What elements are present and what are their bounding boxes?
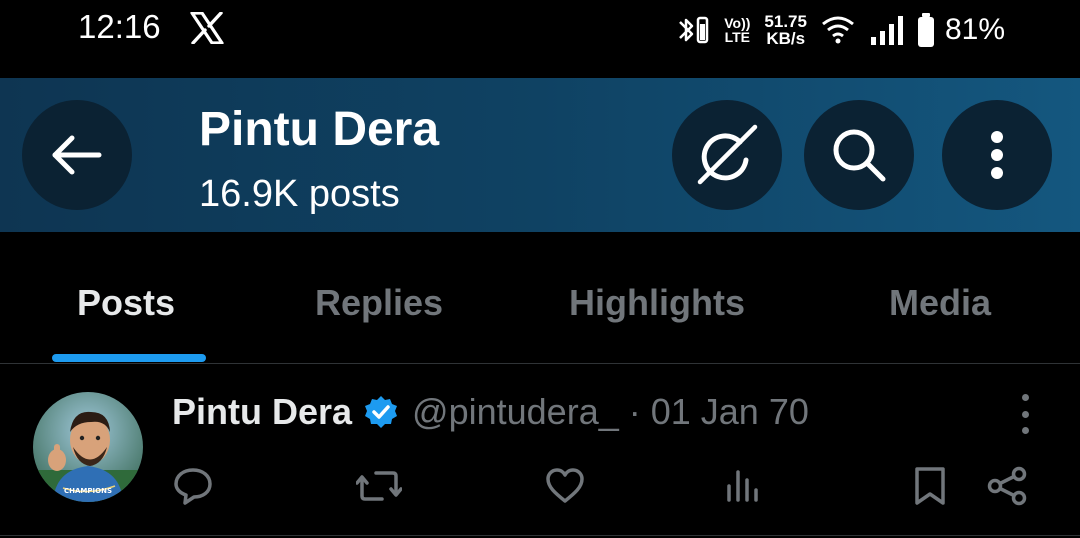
x-logo-icon <box>190 12 224 44</box>
status-icons: Vo)) LTE 51.75 KB/s 81% <box>674 10 1005 50</box>
status-time: 12:16 <box>78 8 161 45</box>
more-dot <box>1021 394 1029 401</box>
like-icon <box>545 466 585 506</box>
search-icon <box>829 125 889 185</box>
post-more-button[interactable] <box>1008 394 1042 434</box>
search-button[interactable] <box>804 100 914 210</box>
views-button[interactable] <box>723 466 763 506</box>
bookmark-icon <box>912 466 948 506</box>
tab-media[interactable]: Media <box>889 282 991 324</box>
grok-icon <box>692 120 762 190</box>
tab-posts[interactable]: Posts <box>77 282 175 324</box>
post-handle[interactable]: @pintudera_ <box>412 391 619 433</box>
avatar-jersey-text: CHAMPIONS <box>64 487 112 495</box>
more-dot <box>1021 410 1029 418</box>
bluetooth-icon <box>674 12 710 48</box>
like-button[interactable] <box>545 466 585 506</box>
reply-button[interactable] <box>173 466 213 506</box>
share-button[interactable] <box>986 466 1028 506</box>
more-options-button[interactable] <box>942 100 1052 210</box>
post-author-name[interactable]: Pintu Dera <box>172 391 352 433</box>
profile-header: Pintu Dera 16.9K posts <box>0 78 1080 232</box>
reply-icon <box>173 466 213 506</box>
net-speed-value: 51.75 <box>764 12 807 31</box>
more-vertical-icon <box>989 130 1005 180</box>
volte-indicator: Vo)) LTE <box>724 16 750 44</box>
active-tab-indicator <box>52 354 206 362</box>
wifi-icon <box>821 15 855 45</box>
post-divider <box>0 535 1080 536</box>
header-profile-name: Pintu Dera <box>199 103 440 156</box>
repost-icon <box>356 466 402 506</box>
net-speed: 51.75 KB/s <box>764 13 807 47</box>
battery-icon <box>917 13 935 47</box>
grok-button[interactable] <box>672 100 782 210</box>
avatar[interactable]: CHAMPIONS <box>33 392 143 502</box>
more-dot <box>1021 427 1029 434</box>
volte-top: Vo)) <box>724 15 751 31</box>
battery-percent: 81% <box>944 13 1005 46</box>
verified-badge-icon <box>364 395 398 429</box>
volte-bottom: LTE <box>724 29 751 45</box>
post-header: Pintu Dera @pintudera_ · 01 Jan 70 <box>172 388 809 436</box>
views-icon <box>723 466 763 506</box>
tab-replies[interactable]: Replies <box>315 282 443 324</box>
status-bar: 12:16 Vo)) LTE 51.75 KB/s 81% <box>0 0 1080 78</box>
post-date[interactable]: 01 Jan 70 <box>651 391 809 433</box>
signal-icon <box>869 15 903 45</box>
tab-highlights[interactable]: Highlights <box>569 282 745 324</box>
repost-button[interactable] <box>356 466 402 506</box>
share-icon <box>986 466 1028 506</box>
bookmark-button[interactable] <box>912 466 948 506</box>
profile-tabs: Posts Replies Highlights Media <box>0 232 1080 364</box>
header-post-count: 16.9K posts <box>199 173 400 215</box>
net-speed-unit: KB/s <box>766 29 806 48</box>
back-button[interactable] <box>22 100 132 210</box>
post-separator: · <box>628 391 641 432</box>
back-arrow-icon <box>51 135 103 175</box>
